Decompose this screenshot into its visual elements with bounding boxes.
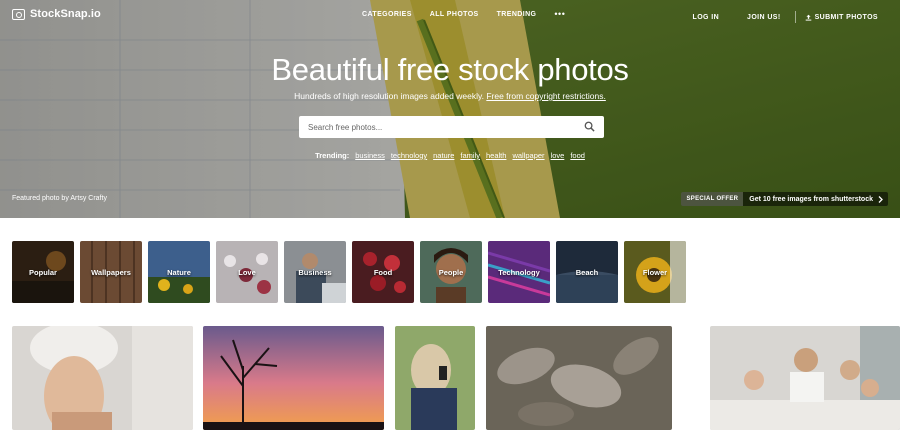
category-technology[interactable]: Technology: [488, 241, 550, 303]
photo-woman-towel-image: [12, 326, 193, 430]
hero-overlay: [0, 0, 900, 218]
photo-sunset-tree-image: [203, 326, 384, 430]
category-wallpapers[interactable]: Wallpapers: [80, 241, 142, 303]
photo-frosted-leaves-image: [486, 326, 672, 430]
photo-woman-phone-image: [395, 326, 475, 430]
trending-label: Trending:: [315, 151, 350, 160]
photo-card[interactable]: [486, 326, 672, 430]
hero-title: Beautiful free stock photos: [271, 52, 629, 87]
camera-icon: [12, 8, 25, 20]
trending-tag-love[interactable]: love: [551, 151, 565, 160]
brand-name: StockSnap.io: [30, 8, 101, 20]
category-people[interactable]: People: [420, 241, 482, 303]
photo-card[interactable]: [710, 326, 900, 430]
account-nav: LOG IN JOIN US! SUBMIT PHOTOS: [679, 11, 892, 23]
category-label: Food: [373, 267, 393, 277]
trending-tag-health[interactable]: health: [486, 151, 506, 160]
category-label: Beach: [575, 267, 599, 277]
search-icon[interactable]: [584, 121, 595, 132]
photo-credit-author[interactable]: Artsy Crafty: [70, 195, 107, 202]
chevron-right-icon: [878, 195, 883, 203]
special-offer-banner[interactable]: SPECIAL OFFER Get 10 free images from sh…: [681, 192, 888, 206]
category-flower[interactable]: Flower: [624, 241, 686, 303]
special-offer-badge: SPECIAL OFFER: [681, 192, 744, 206]
hero: StockSnap.io CATEGORIES ALL PHOTOS TREND…: [0, 0, 900, 218]
category-nature[interactable]: Nature: [148, 241, 210, 303]
photo-card[interactable]: [395, 326, 475, 430]
trending-tag-food[interactable]: food: [570, 151, 585, 160]
photo-card[interactable]: [12, 326, 193, 430]
search-input[interactable]: [299, 117, 569, 137]
top-navigation: StockSnap.io CATEGORIES ALL PHOTOS TREND…: [0, 0, 900, 30]
photo-family-bed-image: [710, 326, 900, 430]
copyright-link[interactable]: Free from copyright restrictions.: [486, 91, 606, 101]
trending-tag-business[interactable]: business: [355, 151, 385, 160]
trending-tag-technology[interactable]: technology: [391, 151, 427, 160]
special-offer-text: Get 10 free images from shutterstock: [749, 195, 873, 203]
more-menu-icon[interactable]: •••: [554, 10, 565, 19]
special-offer-link[interactable]: Get 10 free images from shutterstock: [743, 196, 888, 203]
logo[interactable]: StockSnap.io: [12, 8, 101, 20]
submit-photos-link[interactable]: SUBMIT PHOTOS: [796, 14, 892, 21]
nav-all-photos[interactable]: ALL PHOTOS: [430, 11, 479, 18]
trending-tags: Trending: business technology nature fam…: [0, 151, 900, 160]
category-label: Flower: [642, 267, 668, 277]
category-label: Business: [298, 267, 332, 277]
category-tiles: Popular Wallpapers Nature Love Business …: [12, 241, 686, 303]
photo-grid: [12, 326, 900, 430]
login-link[interactable]: LOG IN: [679, 14, 734, 21]
category-label: Wallpapers: [91, 267, 131, 277]
submit-photos-label: SUBMIT PHOTOS: [814, 13, 878, 21]
category-food[interactable]: Food: [352, 241, 414, 303]
nav-categories[interactable]: CATEGORIES: [362, 11, 412, 18]
category-popular[interactable]: Popular: [12, 241, 74, 303]
category-label: Love: [238, 267, 256, 277]
hero-subtitle: Hundreds of high resolution images added…: [0, 91, 900, 101]
photo-credit: Featured photo by Artsy Crafty: [12, 195, 107, 202]
hero-subtitle-text: Hundreds of high resolution images added…: [294, 91, 484, 101]
category-beach[interactable]: Beach: [556, 241, 618, 303]
trending-tag-nature[interactable]: nature: [433, 151, 454, 160]
trending-tag-wallpaper[interactable]: wallpaper: [512, 151, 544, 160]
trending-tag-family[interactable]: family: [460, 151, 480, 160]
search-bar: [299, 116, 604, 138]
upload-icon: [805, 14, 811, 21]
primary-nav: CATEGORIES ALL PHOTOS TRENDING •••: [362, 10, 565, 19]
photo-credit-prefix: Featured photo by: [12, 195, 69, 202]
photo-card[interactable]: [203, 326, 384, 430]
category-label: Nature: [167, 267, 191, 277]
nav-trending[interactable]: TRENDING: [497, 11, 537, 18]
category-label: Technology: [498, 267, 540, 277]
category-label: People: [438, 267, 464, 277]
category-love[interactable]: Love: [216, 241, 278, 303]
category-label: Popular: [29, 267, 57, 277]
join-link[interactable]: JOIN US!: [733, 14, 795, 21]
category-business[interactable]: Business: [284, 241, 346, 303]
